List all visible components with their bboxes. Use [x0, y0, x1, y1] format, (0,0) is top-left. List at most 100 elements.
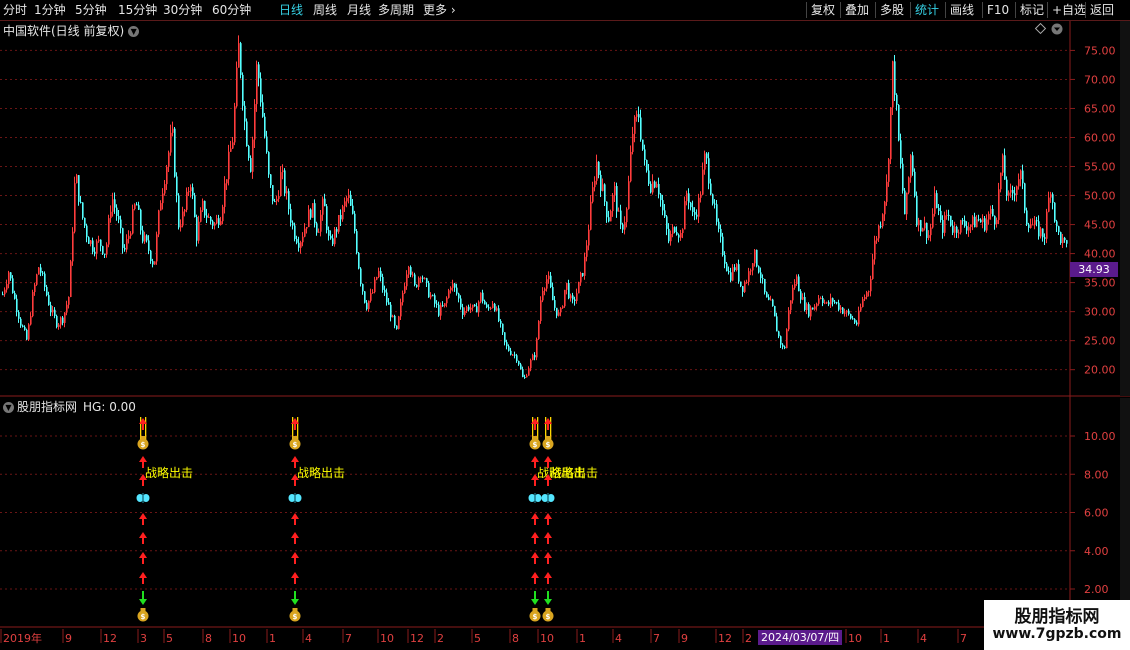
- candle-body: [596, 161, 598, 181]
- price-axis-label: 35.00: [1084, 277, 1116, 290]
- candle-body: [190, 187, 192, 192]
- candle-body: [48, 295, 50, 306]
- candle-body: [704, 153, 706, 170]
- up-arrow-icon: [531, 552, 539, 558]
- down-arrow-icon: [547, 591, 549, 599]
- candle-body: [304, 228, 306, 237]
- candle-body: [892, 61, 894, 108]
- candle-body: [950, 215, 952, 226]
- time-axis-label: 7: [653, 632, 660, 645]
- candle-body: [424, 278, 426, 280]
- candle-body: [586, 245, 588, 257]
- up-arrow-icon: [139, 552, 147, 558]
- candle-body: [200, 210, 202, 222]
- candle-body: [1002, 155, 1004, 173]
- candle-body: [494, 303, 496, 311]
- up-arrow-icon: [294, 519, 296, 525]
- candle-body: [478, 301, 480, 313]
- candle-body: [946, 214, 948, 216]
- up-arrow-icon: [534, 480, 536, 486]
- candle-body: [1020, 170, 1022, 180]
- candle-body: [72, 231, 74, 262]
- candle-body: [182, 211, 184, 226]
- candle-body: [1014, 193, 1016, 195]
- candle-body: [730, 272, 732, 281]
- candle-body: [956, 226, 958, 233]
- candle-body: [32, 292, 34, 317]
- candle-body: [640, 117, 642, 140]
- up-arrow-icon: [294, 558, 296, 564]
- chevron-circle-icon[interactable]: [1051, 23, 1063, 35]
- candle-body: [558, 312, 560, 316]
- chevron-down-icon[interactable]: ▼: [3, 402, 14, 413]
- candle-body: [774, 306, 776, 317]
- candle-body: [306, 227, 308, 229]
- candle-body: [36, 274, 38, 285]
- chart-canvas[interactable]: 75.00 70.00 65.00 60.00 55.00 50.00 45.00 40.00…: [0, 0, 1130, 650]
- candle-body: [618, 210, 620, 212]
- candle-body: [382, 276, 384, 290]
- diamond-icon[interactable]: [1034, 22, 1047, 35]
- candle-body: [76, 175, 78, 184]
- candle-body: [376, 277, 378, 280]
- candle-body: [82, 202, 84, 218]
- candle-body: [162, 193, 164, 204]
- candle-body: [1018, 179, 1020, 187]
- candle-body: [614, 186, 616, 195]
- up-arrow-icon: [142, 424, 144, 430]
- candle-body: [684, 201, 686, 230]
- candle-body: [576, 293, 578, 301]
- candle-body: [176, 176, 178, 196]
- up-arrow-icon: [547, 558, 549, 564]
- candle-body: [476, 306, 478, 313]
- candle-body: [610, 211, 612, 222]
- candle-body: [74, 183, 76, 232]
- up-arrow-icon: [291, 572, 299, 578]
- down-arrow-icon: [291, 599, 299, 605]
- candle-body: [300, 242, 302, 248]
- time-axis-label: 1: [579, 632, 586, 645]
- candle-body: [454, 283, 456, 288]
- up-arrow-icon: [291, 532, 299, 538]
- candle-body: [8, 272, 10, 285]
- candle-body: [668, 228, 670, 242]
- candle-body: [170, 132, 172, 153]
- candle-body: [464, 311, 466, 315]
- candle-body: [468, 306, 470, 310]
- candle-body: [470, 307, 472, 310]
- candle-body: [604, 184, 606, 202]
- candle-body: [1026, 210, 1028, 225]
- candle-body: [708, 158, 710, 184]
- candle-body: [518, 361, 520, 365]
- time-axis-label: 5: [474, 632, 481, 645]
- candle-body: [68, 296, 70, 305]
- candle-body: [634, 116, 636, 134]
- up-arrow-icon: [139, 456, 147, 462]
- candle-body: [564, 289, 566, 307]
- candle-body: [700, 194, 702, 198]
- candle-body: [538, 321, 540, 339]
- candle-body: [136, 204, 138, 206]
- up-arrow-icon: [547, 519, 549, 525]
- time-axis-label: 8: [512, 632, 519, 645]
- candle-body: [954, 226, 956, 233]
- candle-body: [670, 233, 672, 242]
- candle-body: [228, 151, 230, 180]
- candle-body: [522, 369, 524, 377]
- candle-body: [912, 155, 914, 172]
- candle-body: [612, 194, 614, 212]
- candle-body: [344, 201, 346, 207]
- candle-body: [752, 263, 754, 271]
- candle-body: [88, 237, 90, 244]
- candle-body: [936, 193, 938, 208]
- candle-body: [386, 292, 388, 303]
- candle-body: [638, 114, 640, 118]
- candle-body: [264, 116, 266, 137]
- time-axis-label: 4: [920, 632, 927, 645]
- time-axis-label: 7: [960, 632, 967, 645]
- candle-body: [274, 201, 276, 203]
- candle-body: [692, 207, 694, 213]
- candle-body: [428, 282, 430, 298]
- candle-body: [238, 43, 240, 68]
- site-watermark: 股朋指标网 www.7gpzb.com: [984, 600, 1130, 650]
